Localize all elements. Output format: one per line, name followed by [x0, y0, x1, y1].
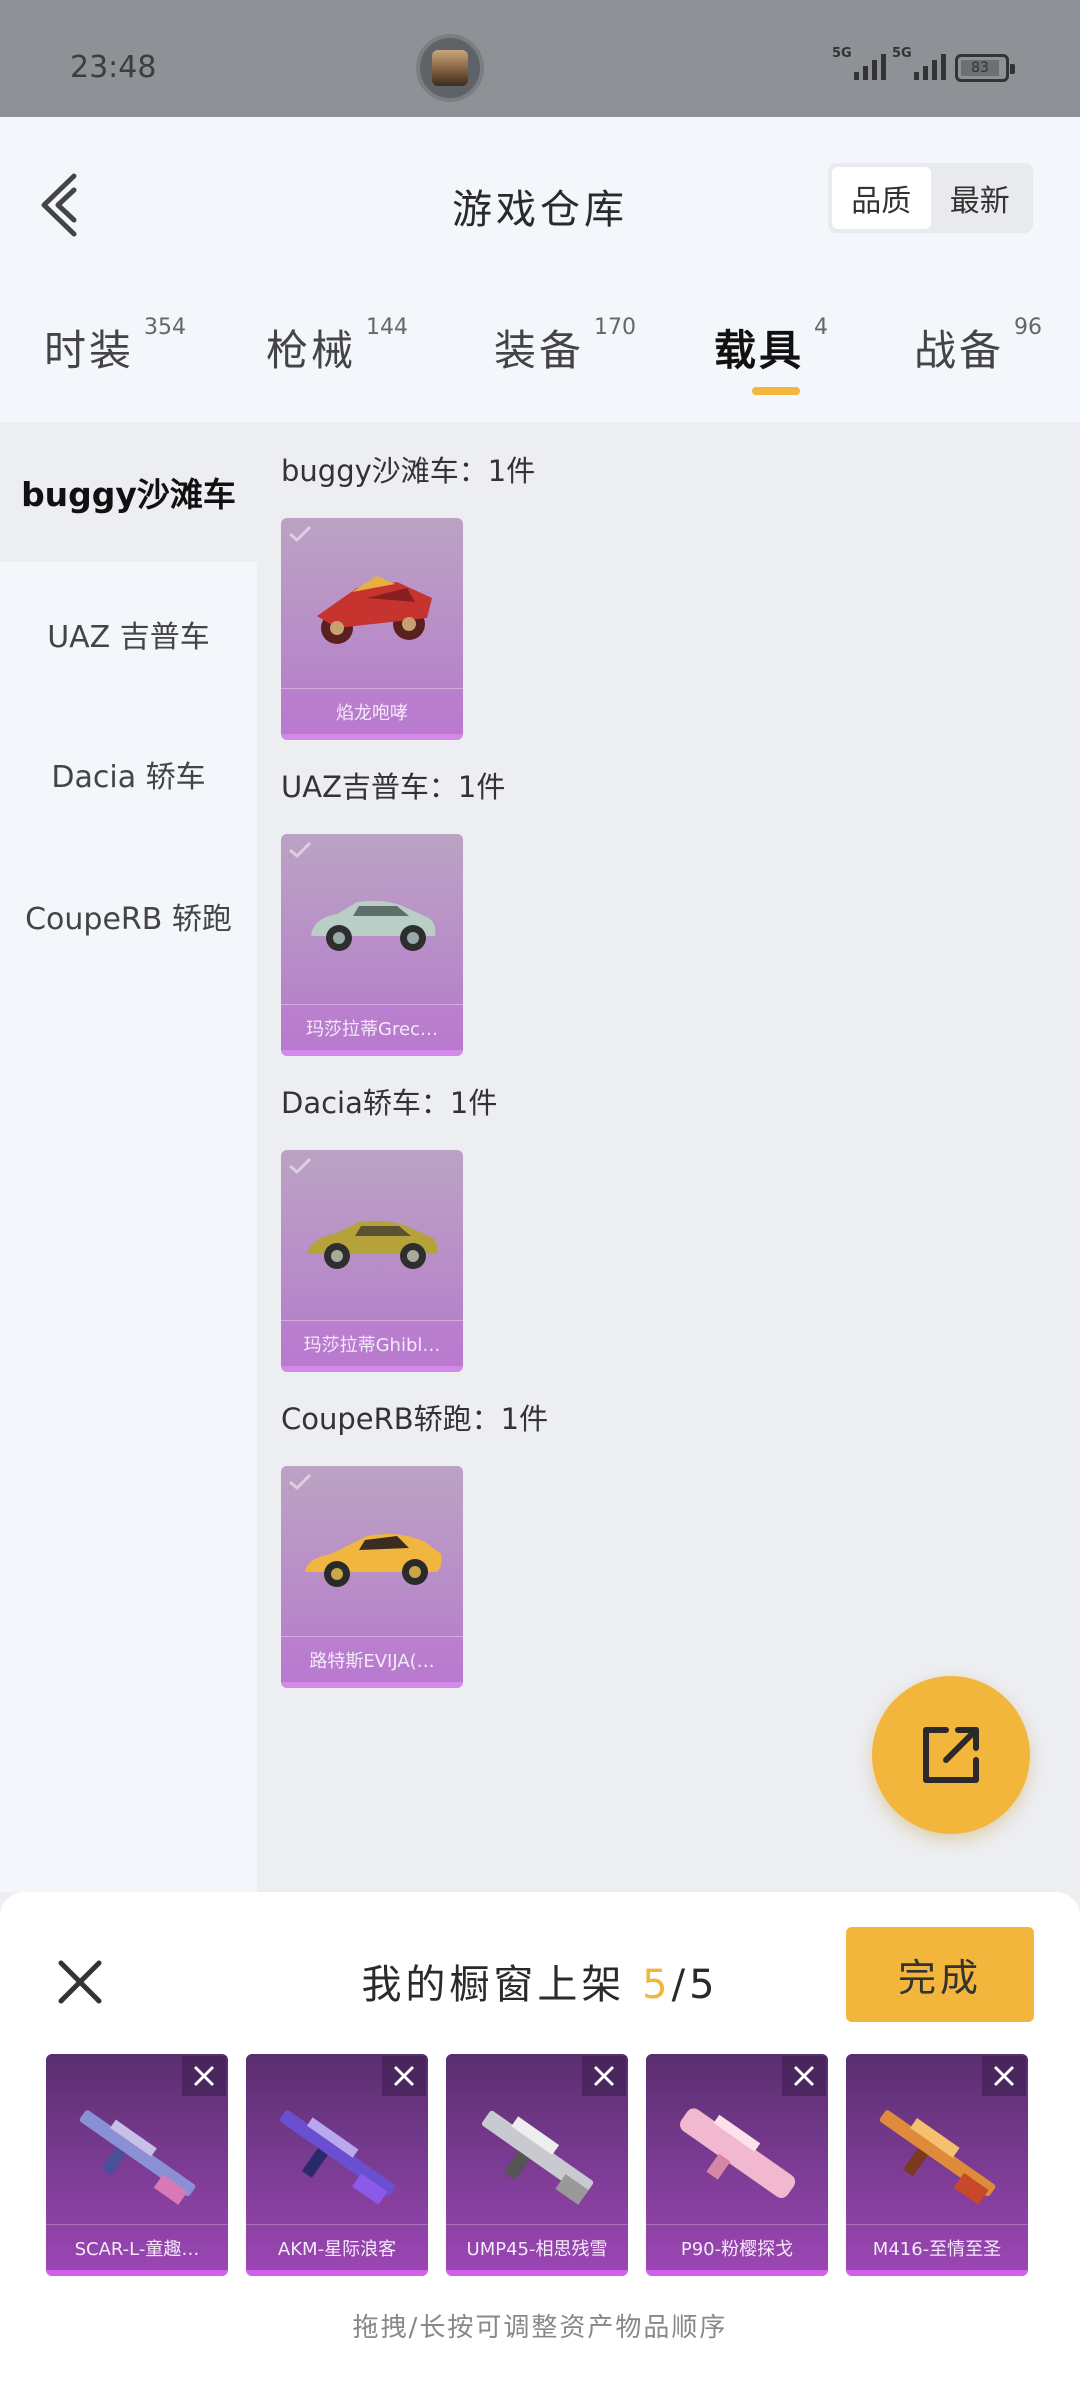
check-icon — [289, 841, 312, 859]
remove-button[interactable] — [982, 2056, 1026, 2096]
vehicle-name: 玛莎拉蒂Ghibl… — [281, 1320, 463, 1366]
check-icon — [289, 1157, 312, 1175]
car-evija-image — [305, 1534, 442, 1587]
buggy-vehicle-image — [317, 576, 432, 644]
sort-option-quality[interactable]: 品质 — [832, 167, 931, 229]
done-button[interactable]: 完成 — [846, 1927, 1034, 2022]
gun-ump45-image — [481, 2110, 594, 2205]
remove-x-icon — [593, 2065, 615, 2087]
group-title-dacia: Dacia轿车：1件 — [281, 1086, 498, 1120]
vehicle-name: 路特斯EVIJA(… — [281, 1636, 463, 1682]
group-title-uaz: UAZ吉普车：1件 — [281, 770, 506, 804]
showcase-item[interactable]: M416-至情至圣 — [846, 2054, 1028, 2276]
signal-icon: 5G — [892, 46, 946, 80]
gun-p90-image — [680, 2108, 796, 2198]
showcase-item-name: P90-粉樱探戈 — [646, 2224, 828, 2270]
showcase-item[interactable]: UMP45-相思残雪 — [446, 2054, 628, 2276]
share-external-icon — [923, 1727, 979, 1783]
car-grecale-image — [311, 900, 436, 951]
remove-x-icon — [193, 2065, 215, 2087]
tab-vehicles[interactable]: 载具 4 — [714, 315, 828, 395]
vehicle-card[interactable]: 路特斯EVIJA(… — [281, 1466, 463, 1688]
check-icon — [289, 1473, 312, 1491]
battery-icon: 83 — [955, 54, 1015, 82]
showcase-items: SCAR-L-童趣… AKM-星际浪客 UMP45-相思残雪 P90-粉樱探戈 … — [46, 2054, 1036, 2284]
showcase-item-name: AKM-星际浪客 — [246, 2224, 428, 2270]
vehicle-name: 玛莎拉蒂Grec… — [281, 1004, 463, 1050]
showcase-item[interactable]: AKM-星际浪客 — [246, 2054, 428, 2276]
showcase-count-current: 5 — [642, 1962, 672, 2008]
reorder-hint: 拖拽/长按可调整资产物品顺序 — [352, 2313, 728, 2343]
remove-x-icon — [993, 2065, 1015, 2087]
remove-x-icon — [793, 2065, 815, 2087]
app-header: 游戏仓库 品质 最新 时装 354 枪械 144 装备 170 载具 4 战备 … — [0, 117, 1080, 422]
vehicle-card[interactable]: 焰龙咆哮 — [281, 518, 463, 740]
vehicle-list: buggy沙滩车：1件 焰龙咆哮 UAZ吉普车：1件 玛莎拉蒂Grec… Dac… — [257, 422, 1080, 1892]
vehicle-name: 焰龙咆哮 — [281, 688, 463, 734]
sort-option-newest[interactable]: 最新 — [931, 167, 1030, 229]
sidebar-item-buggy[interactable]: buggy沙滩车 — [0, 422, 257, 562]
showcase-count-total: /5 — [671, 1962, 719, 2008]
car-ghibli-image — [307, 1220, 438, 1269]
showcase-item[interactable]: P90-粉樱探戈 — [646, 2054, 828, 2276]
tab-combat-gear[interactable]: 战备 96 — [914, 315, 1042, 378]
vehicle-card[interactable]: 玛莎拉蒂Ghibl… — [281, 1150, 463, 1372]
sidebar-item-uaz[interactable]: UAZ 吉普车 — [0, 564, 257, 704]
active-tab-indicator — [752, 387, 800, 395]
sidebar-item-dacia[interactable]: Dacia 轿车 — [0, 704, 257, 844]
signal-icon: 5G — [832, 46, 886, 80]
group-title-buggy: buggy沙滩车：1件 — [281, 454, 536, 488]
status-time: 23:48 — [70, 50, 157, 85]
remove-button[interactable] — [382, 2056, 426, 2096]
battery-level: 83 — [961, 60, 999, 76]
remove-button[interactable] — [782, 2056, 826, 2096]
showcase-item-name: M416-至情至圣 — [846, 2224, 1028, 2270]
showcase-sheet: 我的橱窗上架 5/5 完成 SCAR-L-童趣… AKM-星际浪客 UMP45-… — [0, 1892, 1080, 2387]
gun-akm-image — [279, 2110, 396, 2205]
vehicle-sidebar: buggy沙滩车 UAZ 吉普车 Dacia 轿车 CoupeRB 轿跑 — [0, 422, 257, 1892]
remove-button[interactable] — [182, 2056, 226, 2096]
tab-guns[interactable]: 枪械 144 — [266, 315, 408, 378]
showcase-item-name: UMP45-相思残雪 — [446, 2224, 628, 2270]
share-button[interactable] — [872, 1676, 1030, 1834]
showcase-item-name: SCAR-L-童趣… — [46, 2224, 228, 2270]
app-avatar-icon — [416, 34, 484, 102]
vehicle-card[interactable]: 玛莎拉蒂Grec… — [281, 834, 463, 1056]
group-title-couperb: CoupeRB轿跑：1件 — [281, 1402, 549, 1436]
gun-scar-image — [79, 2110, 196, 2205]
remove-x-icon — [393, 2065, 415, 2087]
tab-equipment[interactable]: 装备 170 — [494, 315, 636, 378]
status-bar: 23:48 5G 5G 83 — [0, 0, 1080, 117]
remove-button[interactable] — [582, 2056, 626, 2096]
sort-toggle: 品质 最新 — [828, 163, 1033, 233]
tab-fashion[interactable]: 时装 354 — [44, 315, 186, 378]
check-icon — [289, 525, 312, 543]
sidebar-item-couperb[interactable]: CoupeRB 轿跑 — [0, 846, 257, 986]
gun-m416-image — [879, 2110, 996, 2205]
category-tabs: 时装 354 枪械 144 装备 170 载具 4 战备 96 — [0, 315, 1080, 417]
showcase-item[interactable]: SCAR-L-童趣… — [46, 2054, 228, 2276]
